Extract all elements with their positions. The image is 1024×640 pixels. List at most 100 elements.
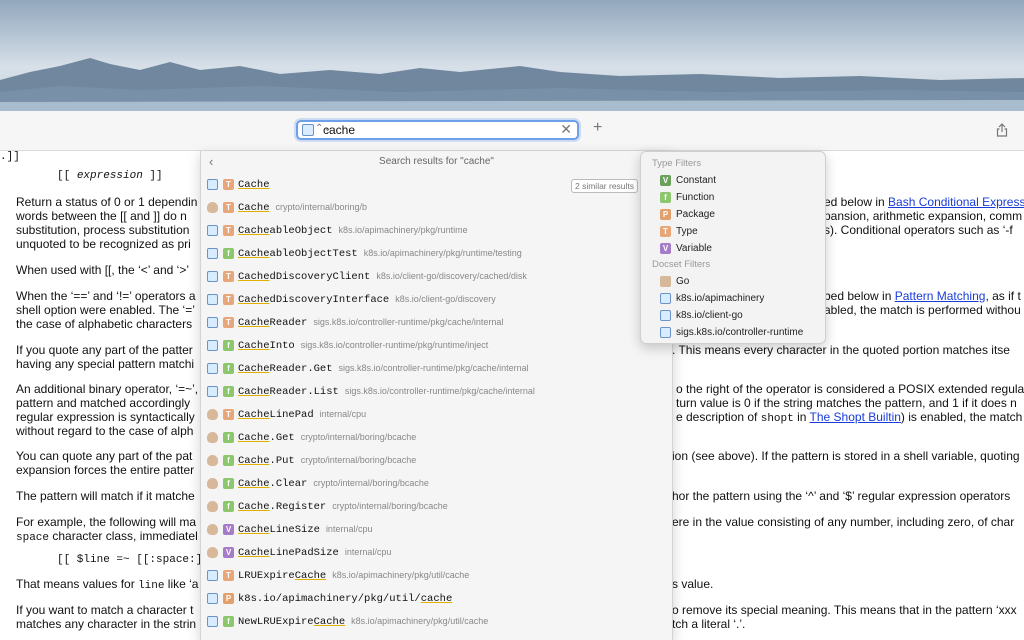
result-row[interactable]: T CachedDiscoveryInterface k8s.io/client-g… <box>201 289 672 312</box>
doc-text: o remove its special meaning. This means… <box>672 603 1017 617</box>
result-name: CachedDiscoveryInterface k8s.io/client-go… <box>238 294 496 306</box>
entry-kind-icon: T <box>223 271 234 282</box>
doc-text: matches any character in the strin <box>16 617 197 631</box>
doc-text: If you quote any part of the patter <box>16 343 193 357</box>
type-kind-icon: T <box>660 226 671 237</box>
docset-scope-icon[interactable] <box>302 124 314 136</box>
result-row[interactable]: f CacheReader.List sigs.k8s.io/controller-… <box>201 381 672 404</box>
result-row[interactable]: f Cache.Get crypto/internal/boring/bcache <box>201 427 672 450</box>
result-row[interactable]: f Cache.Register crypto/internal/boring/bc… <box>201 496 672 519</box>
k8s-docset-icon <box>207 593 218 604</box>
go-docset-icon <box>207 478 218 489</box>
doc-text: substitution, process substitution <box>16 223 190 237</box>
docset-filters-header: Docset Filters <box>652 259 711 270</box>
result-name: CacheLinePad internal/cpu <box>238 409 367 421</box>
type-filter-label: Type <box>676 226 698 237</box>
docset-filter-label: k8s.io/apimachinery <box>676 293 765 304</box>
result-row[interactable]: V CacheLineSize internal/cpu <box>201 519 672 542</box>
entry-kind-icon: T <box>223 570 234 581</box>
k8s-docset-icon <box>207 179 218 190</box>
entry-kind-icon: T <box>223 294 234 305</box>
result-row[interactable]: V CacheLinePadSize internal/cpu <box>201 542 672 565</box>
entry-kind-icon: f <box>223 248 234 259</box>
result-name: CacheableObjectTest k8s.io/apimachinery/p… <box>238 248 522 260</box>
result-row[interactable]: T CacheableObject k8s.io/apimachinery/pkg/… <box>201 220 672 243</box>
similar-results-badge[interactable]: 2 similar results <box>571 179 639 193</box>
entry-kind-icon: V <box>223 524 234 535</box>
result-name: Cache.Get crypto/internal/boring/bcache <box>238 432 417 444</box>
doc-text: An additional binary operator, ‘=~’, <box>16 382 199 396</box>
doc-text: o the right of the operator is considere… <box>676 382 1024 396</box>
search-field[interactable]: ⌃⌄ ✕ <box>296 120 579 140</box>
type-filter-label: Function <box>676 192 715 203</box>
result-name: CachedDiscoveryClient k8s.io/client-go/di… <box>238 271 527 283</box>
doc-text: space character class, immediatel <box>16 529 198 544</box>
result-row[interactable]: f NewLRUExpireCache k8s.io/apimachinery/pk… <box>201 611 672 634</box>
type-filters-header: Type Filters <box>652 158 702 169</box>
link-shopt-builtin[interactable]: The Shopt Builtin <box>810 410 901 424</box>
result-row[interactable]: Pk8s.io/apimachinery/pkg/util/cache <box>201 588 672 611</box>
clear-search-icon[interactable]: ✕ <box>560 121 572 138</box>
result-row[interactable]: f CacheableObjectTest k8s.io/apimachinery/… <box>201 243 672 266</box>
result-row[interactable]: f Cache.Clear crypto/internal/boring/bcach… <box>201 473 672 496</box>
go-docset-icon <box>207 202 218 213</box>
result-path: sigs.k8s.io/controller-runtime/pkg/runti… <box>300 340 489 350</box>
doc-text: When the ‘==’ and ‘!=’ operators a <box>16 289 196 303</box>
go-docset-icon <box>207 409 218 420</box>
result-name: CacheReader sigs.k8s.io/controller-runtim… <box>238 317 504 329</box>
doc-text: ed below in Bash Conditional Express <box>824 195 1024 209</box>
result-name: CacheReader.List sigs.k8s.io/controller-r… <box>238 386 535 398</box>
type-kind-icon: P <box>660 209 671 220</box>
result-row[interactable]: T Cache crypto/internal/boring/b <box>201 197 672 220</box>
k8s-docset-icon <box>207 570 218 581</box>
doc-text: The pattern will match if it matche <box>16 489 195 503</box>
k8s-docset-icon <box>207 248 218 259</box>
window-toolbar: ⌃⌄ ✕ + <box>0 111 1024 151</box>
share-icon[interactable] <box>996 123 1008 137</box>
result-row[interactable]: T CachedDiscoveryClient k8s.io/client-go/d… <box>201 266 672 289</box>
entry-kind-icon: f <box>223 616 234 627</box>
link-bash-conditional[interactable]: Bash Conditional Express <box>888 195 1024 209</box>
new-tab-button[interactable]: + <box>593 119 602 137</box>
doc-text: without regard to the case of alph <box>16 424 194 438</box>
doc-code-line: [[ $line =~ [[:space:]]*( <box>57 554 223 566</box>
result-name: k8s.io/apimachinery/pkg/util/cache <box>238 593 453 605</box>
entry-kind-icon: T <box>223 225 234 236</box>
docset-filter-label: sigs.k8s.io/controller-runtime <box>676 327 804 338</box>
doc-text: having any special pattern matchi <box>16 357 195 371</box>
k8s-docset-icon <box>207 363 218 374</box>
result-row[interactable]: T CacheReader sigs.k8s.io/controller-runti… <box>201 312 672 335</box>
type-filter-label: Variable <box>676 243 712 254</box>
type-kind-icon: V <box>660 175 671 186</box>
result-path: k8s.io/apimachinery/pkg/runtime/testing <box>363 248 522 258</box>
k8s-docset-icon <box>207 616 218 627</box>
result-path: sigs.k8s.io/controller-runtime/pkg/cache… <box>344 386 535 396</box>
result-name: CacheLinePadSize internal/cpu <box>238 547 392 559</box>
result-path: k8s.io/client-go/discovery <box>395 294 496 304</box>
doc-text: abled, the match is performed withou <box>824 303 1021 317</box>
result-name: CacheableObject k8s.io/apimachinery/pkg/r… <box>238 225 468 237</box>
result-row[interactable]: f Cache.Put crypto/internal/boring/bcache <box>201 450 672 473</box>
link-pattern-matching[interactable]: Pattern Matching <box>895 289 986 303</box>
result-row[interactable]: T CacheLinePad internal/cpu <box>201 404 672 427</box>
result-path: crypto/internal/boring/bcache <box>300 455 417 465</box>
k8s-docset-icon <box>660 327 671 338</box>
go-docset-icon <box>207 455 218 466</box>
result-name: Cache.Clear crypto/internal/boring/bcache <box>238 478 429 490</box>
doc-text: s value. <box>672 577 714 591</box>
result-row[interactable]: T Cache 2 similar results <box>201 174 672 197</box>
doc-text: tch a literal ‘.’. <box>672 617 746 631</box>
desktop-wallpaper <box>0 0 1024 111</box>
results-title: Search results for "cache" <box>379 156 494 167</box>
search-results-panel: ‹ Search results for "cache" T Cache 2 sim… <box>200 151 673 640</box>
search-input[interactable] <box>323 122 553 138</box>
doc-syntax-line: [[ expression ]] <box>57 170 163 182</box>
result-row[interactable]: T LRUExpireCache k8s.io/apimachinery/pkg/u… <box>201 565 672 588</box>
result-row[interactable]: f CacheInto sigs.k8s.io/controller-runtime… <box>201 335 672 358</box>
result-row[interactable]: f CacheReader.Get sigs.k8s.io/controller-r… <box>201 358 672 381</box>
result-path: internal/cpu <box>325 524 373 534</box>
doc-text: expansion forces the entire patter <box>16 463 195 477</box>
doc-text: ion (see above). If the pattern is store… <box>672 449 1020 463</box>
result-name: CacheLineSize internal/cpu <box>238 524 373 536</box>
doc-text: Return a status of 0 or 1 dependin <box>16 195 198 209</box>
